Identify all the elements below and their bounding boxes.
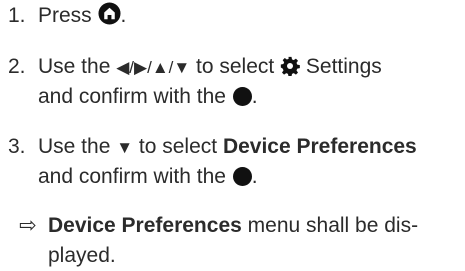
step-number: 3. <box>8 135 26 158</box>
gear-icon <box>280 55 300 85</box>
step-line2-end: . <box>251 165 258 188</box>
step-text: Use the ◀/▶/▲/▼ to select Settings <box>38 52 463 85</box>
step-text-after: . <box>120 4 127 27</box>
result-text-line2: played. <box>48 244 116 267</box>
step-text-line2: and confirm with the . <box>38 162 258 192</box>
step-text-mid: to select <box>190 55 281 78</box>
step-text-before: Use the <box>38 135 117 158</box>
device-preferences-label: Device Preferences <box>48 214 242 237</box>
step-number: 2. <box>8 55 26 78</box>
step-line2-text: and confirm with the <box>38 85 232 108</box>
step-text-mid: to select <box>133 135 223 158</box>
home-icon <box>97 2 121 34</box>
down-arrow-icon: ▼ <box>116 138 134 157</box>
device-preferences-label: Device Preferences <box>222 135 417 158</box>
step-text: Press . <box>38 1 463 34</box>
result-text-after: menu shall be dis- <box>241 214 419 237</box>
result-text: Device Preferences menu shall be dis- <box>48 211 463 241</box>
step-text-before: Press <box>38 4 98 27</box>
step-text-before: Use the <box>38 55 117 78</box>
step-line2-text: and confirm with the <box>38 165 232 188</box>
step-text: Use the ▼ to select Device Preferences <box>38 132 463 163</box>
ok-button-dot-icon <box>232 167 252 186</box>
step-text-line2: and confirm with the . <box>38 82 258 112</box>
result-arrow-icon: ⇨ <box>19 214 37 237</box>
settings-label: Settings <box>300 55 382 78</box>
ok-button-dot-icon <box>232 87 252 106</box>
direction-arrows-icon: ◀/▶/▲/▼ <box>116 58 191 77</box>
step-number: 1. <box>8 4 26 27</box>
step-line2-end: . <box>251 85 258 108</box>
